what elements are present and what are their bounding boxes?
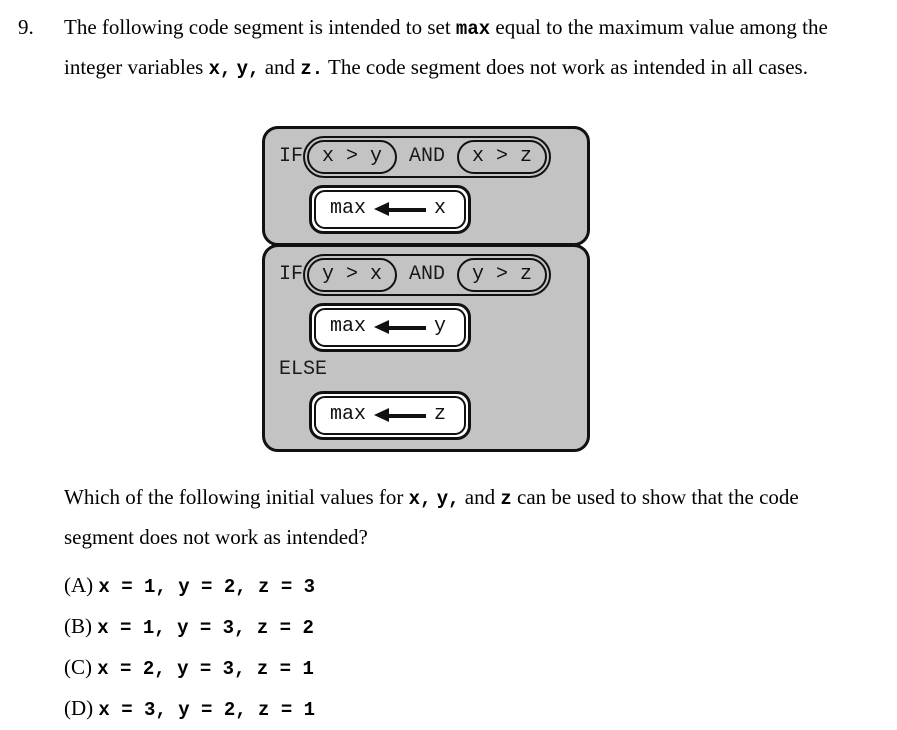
else-keyword: ELSE (279, 358, 328, 381)
choice-letter-a: (A) (64, 573, 94, 597)
condition-pill-right-2: y > z (457, 258, 548, 292)
choices-list: (A) x = 1, y = 2, z = 3 (B) x = 1, y = 3… (64, 566, 844, 730)
condition-pill-right-1: x > z (457, 140, 548, 174)
tail-mono-x: x, (408, 488, 432, 510)
stem-mono-z: z. (300, 58, 324, 80)
answer-section: Which of the following initial values fo… (64, 478, 844, 730)
stem-mono-x: x, (208, 58, 232, 80)
assignment-statement-2: max y (314, 308, 467, 347)
statement-block-else: max z (309, 391, 472, 440)
and-operator-1: AND (409, 145, 446, 168)
tail-line1-b: can be used to show (511, 485, 687, 509)
question-number: 9. (18, 15, 34, 39)
condition-row-2: IF y > x AND y > z (273, 254, 552, 296)
assignment-arrow-icon (374, 201, 427, 217)
tail-line1-a: Which of the following initial values fo… (64, 485, 409, 509)
condition-pill-left-1: x > y (307, 140, 398, 174)
if-keyword-2: IF (279, 263, 304, 286)
choice-letter-c: (C) (64, 655, 92, 679)
assignment-statement-1: max x (314, 190, 467, 229)
stem-text-1: The following code segment is intended t… (64, 15, 456, 39)
choice-values-c: x = 2, y = 3, z = 1 (97, 658, 314, 680)
tail-and: and (459, 485, 501, 509)
condition-row-1: IF x > y AND x > z (273, 136, 552, 178)
choice-option-a[interactable]: (A) x = 1, y = 2, z = 3 (64, 566, 844, 607)
choice-values-a: x = 1, y = 2, z = 3 (98, 576, 316, 598)
assignment-statement-else: max z (314, 396, 467, 435)
question-text: The following code segment is intended t… (64, 8, 838, 88)
assignment-arrow-icon (374, 407, 427, 423)
assignment-target-else: max (330, 403, 367, 426)
tail-mono-z: z (500, 488, 512, 510)
condition-frame-2: y > x AND y > z (303, 254, 552, 296)
assignment-target-1: max (330, 197, 367, 220)
stem-mono-y: y, (236, 58, 260, 80)
statement-block-2: max y (309, 303, 472, 352)
assignment-source-2: y (434, 315, 447, 338)
choice-option-d[interactable]: (D) x = 3, y = 2, z = 1 (64, 689, 844, 730)
assignment-target-2: max (330, 315, 367, 338)
assignment-arrow-icon (374, 319, 427, 335)
stem-text-4: The code segment does not work as intend… (323, 55, 808, 79)
and-operator-2: AND (409, 263, 446, 286)
stem-text-3: and (259, 55, 301, 79)
choice-values-d: x = 3, y = 2, z = 1 (98, 699, 316, 721)
if-block-1: IF x > y AND x > z max x (262, 126, 590, 246)
choice-option-b[interactable]: (B) x = 1, y = 3, z = 2 (64, 607, 844, 648)
statement-block-1: max x (309, 185, 472, 234)
assignment-source-1: x (434, 197, 447, 220)
assignment-source-else: z (434, 403, 447, 426)
choice-letter-b: (B) (64, 614, 92, 638)
code-segment-diagram: IF x > y AND x > z max x IF y > x AND y … (262, 126, 590, 452)
choice-letter-d: (D) (64, 696, 94, 720)
stem-mono-max: max (455, 18, 491, 40)
question-stem: 9. The following code segment is intende… (18, 8, 838, 88)
tail-question-text: Which of the following initial values fo… (64, 478, 844, 556)
condition-frame-1: x > y AND x > z (303, 136, 552, 178)
condition-pill-left-2: y > x (307, 258, 398, 292)
choice-values-b: x = 1, y = 3, z = 2 (97, 617, 314, 639)
if-block-2: IF y > x AND y > z max y ELSE max z (262, 244, 590, 452)
tail-mono-y: y, (436, 488, 460, 510)
if-keyword-1: IF (279, 145, 304, 168)
choice-option-c[interactable]: (C) x = 2, y = 3, z = 1 (64, 648, 844, 689)
